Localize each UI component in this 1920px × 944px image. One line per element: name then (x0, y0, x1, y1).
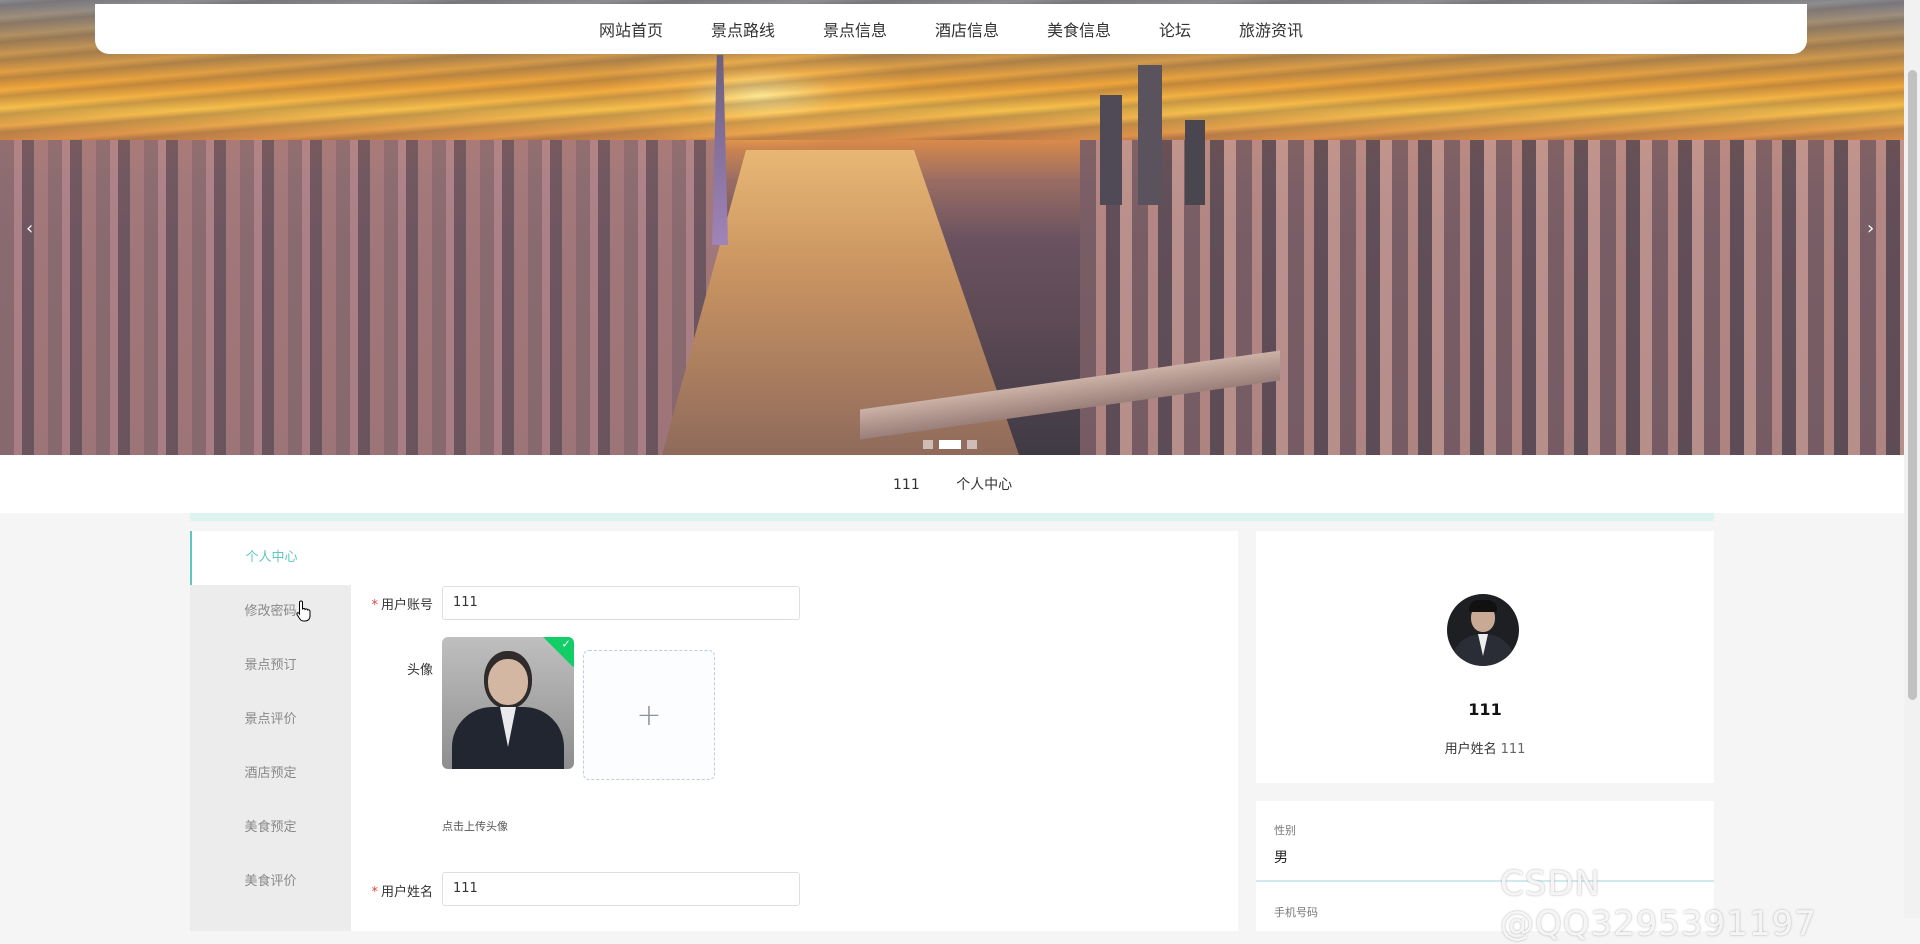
breadcrumb: 111 个人中心 (893, 474, 1044, 494)
chevron-left-icon[interactable]: ‹ (26, 218, 33, 239)
chevron-right-icon[interactable]: › (1867, 218, 1874, 239)
watermark: CSDN @QQ3295391197 (1500, 864, 1817, 944)
menu-item-hotel-booking[interactable]: 酒店预定 (190, 747, 351, 801)
profile-name-line-value: 111 (1500, 742, 1526, 757)
hand-cursor-icon (296, 600, 311, 622)
account-label: * 用户账号 (343, 594, 433, 613)
breadcrumb-page: 个人中心 (956, 477, 1013, 493)
check-icon: ✓ (561, 637, 571, 651)
profile-name-line-label: 用户姓名 (1444, 742, 1497, 757)
gender-value: 男 (1274, 850, 1288, 866)
menu-item-food-booking[interactable]: 美食预定 (190, 801, 351, 855)
menu-item-food-review[interactable]: 美食评价 (190, 855, 351, 909)
name-label: * 用户姓名 (343, 881, 433, 900)
profile-name: 111 (1468, 700, 1502, 719)
scrollbar-thumb[interactable] (1908, 70, 1917, 700)
upload-success-badge: ✓ (541, 637, 574, 668)
carousel-dot[interactable] (923, 440, 933, 449)
profile-avatar-hair (1469, 600, 1497, 612)
plus-icon: + (636, 697, 662, 733)
banner-city-left (0, 140, 720, 455)
nav-item-hotels[interactable]: 酒店信息 (911, 17, 1023, 41)
hero-banner (0, 0, 1904, 455)
upload-hint: 点击上传头像 (442, 820, 508, 833)
menu-item-attraction-booking[interactable]: 景点预订 (190, 639, 351, 693)
profile-name-line: 用户姓名 111 (1256, 738, 1714, 757)
gender-label: 性别 (1274, 824, 1296, 837)
nav-item-attractions[interactable]: 景点信息 (799, 17, 911, 41)
banner-skyscraper (1185, 120, 1205, 205)
nav-item-news[interactable]: 旅游资讯 (1215, 17, 1327, 41)
carousel-dot-active[interactable] (939, 440, 961, 449)
account-input[interactable]: 111 (442, 586, 800, 620)
avatar-upload-button[interactable]: + (583, 650, 715, 780)
required-mark: * (371, 598, 378, 613)
nav-item-routes[interactable]: 景点路线 (687, 17, 799, 41)
breadcrumb-user[interactable]: 111 (893, 477, 920, 493)
name-input[interactable]: 111 (442, 872, 800, 906)
account-label-text: 用户账号 (380, 598, 433, 613)
top-navbar: 网站首页 景点路线 景点信息 酒店信息 美食信息 论坛 旅游资讯 (95, 4, 1807, 54)
banner-skyscraper (1138, 65, 1162, 205)
avatar-thumbnail[interactable]: ✓ (442, 637, 574, 769)
menu-item-profile[interactable]: 个人中心 (190, 531, 351, 585)
carousel-dot[interactable] (967, 440, 977, 449)
profile-avatar (1447, 594, 1519, 666)
avatar-person-face (488, 659, 528, 705)
carousel-indicators (923, 440, 977, 449)
required-mark: * (371, 885, 378, 900)
menu-item-change-password[interactable]: 修改密码 (190, 585, 351, 639)
nav-item-food[interactable]: 美食信息 (1023, 17, 1135, 41)
avatar-label: 头像 (406, 663, 433, 678)
nav-item-forum[interactable]: 论坛 (1135, 17, 1215, 41)
nav-item-home[interactable]: 网站首页 (575, 17, 687, 41)
banner-skyscraper (1100, 95, 1122, 205)
menu-item-attraction-review[interactable]: 景点评价 (190, 693, 351, 747)
section-divider (190, 513, 1714, 521)
name-label-text: 用户姓名 (380, 885, 433, 900)
